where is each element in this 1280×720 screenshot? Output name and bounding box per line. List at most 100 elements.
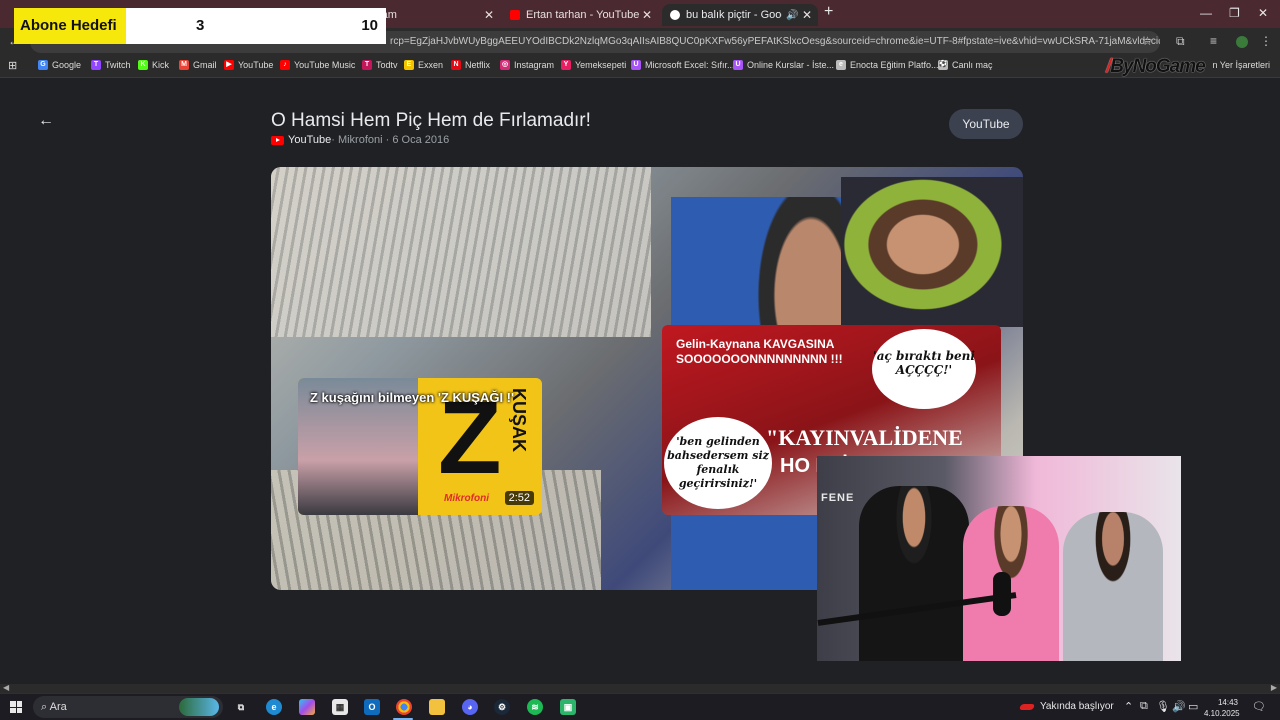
bookmark-item[interactable]: ⚽ Canlı maç (938, 60, 993, 70)
bookmark-item[interactable]: K Kick (138, 60, 169, 70)
speaker-icon[interactable]: 🔊 (786, 10, 798, 21)
system-clock[interactable]: 14:43 4.10.2025 (1204, 697, 1240, 719)
search-highlight-image (179, 698, 219, 716)
back-arrow-icon[interactable]: ← (38, 112, 54, 130)
taskbar-search[interactable]: ⌕ Ara (33, 696, 223, 718)
fish-stall-image (271, 167, 651, 337)
bookmark-icon: E (404, 60, 414, 70)
card-2-caption-1: "KAYINVALİDENE (766, 425, 963, 450)
microphone (993, 572, 1011, 616)
open-youtube-button[interactable]: YouTube (949, 109, 1023, 139)
task-view-icon[interactable]: ⧉ (233, 699, 249, 715)
bookmark-icon: N (451, 60, 461, 70)
bookmark-label: Kick (152, 60, 170, 70)
tab-1-close-icon[interactable]: ✕ (484, 8, 494, 22)
card-2-quote-bubble-2: 'ben gelinden bahsedersem siz fenalık ge… (664, 417, 772, 509)
bookmark-label: Gmail (193, 60, 217, 70)
extensions-icon[interactable]: ⧉ (1176, 34, 1185, 49)
edge-icon[interactable]: e (266, 699, 282, 715)
bookmark-icon: e (836, 60, 846, 70)
app-icon[interactable]: ▣ (560, 699, 576, 715)
related-video-card-1[interactable]: Z KUŞAK Mikrofoni Z kuşağını bilmeyen 'Z… (298, 378, 542, 515)
card-1-title: Z kuşağını bilmeyen 'Z KUŞAĞI !' (310, 390, 515, 405)
widget-status-icon (1018, 703, 1036, 710)
bookmark-icon: Y (561, 60, 571, 70)
youtube-icon (271, 135, 284, 145)
file-explorer-icon[interactable] (429, 699, 445, 715)
bookmark-item[interactable]: M Gmail (179, 60, 217, 70)
tab-3-close-icon[interactable]: ✕ (802, 8, 812, 22)
clock-date: 4.10.2025 (1204, 709, 1240, 718)
horizontal-scrollbar[interactable]: ◀ ▶ (0, 683, 1280, 693)
tray-chevron-icon[interactable]: ⌃ (1124, 700, 1133, 713)
subscriber-goal-count: 10 (361, 17, 378, 34)
scroll-left-icon[interactable]: ◀ (3, 683, 9, 692)
bookmark-item[interactable]: T Todtv (362, 60, 398, 70)
copilot-icon[interactable] (299, 699, 315, 715)
bookmark-item[interactable]: e Enocta Eğitim Platfo... (836, 60, 939, 70)
bookmark-item[interactable]: ♪ YouTube Music (280, 60, 355, 70)
bookmark-icon: K (138, 60, 148, 70)
tab-3[interactable]: bu balık piçtir - Google'da 🔊 ✕ (662, 4, 818, 26)
url-prefix: rcp= (390, 36, 410, 47)
bookmark-item[interactable]: Y Yemeksepeti (561, 60, 626, 70)
clock-time: 14:43 (1217, 698, 1238, 707)
windows-start-icon[interactable] (10, 701, 22, 713)
store-icon[interactable]: ▦ (332, 699, 348, 715)
streamer-person-3 (1063, 512, 1163, 661)
close-window-button[interactable]: ✕ (1258, 6, 1268, 20)
new-tab-button[interactable]: + (824, 3, 833, 21)
video-title[interactable]: O Hamsi Hem Piç Hem de Fırlamadır! (271, 110, 591, 132)
outlook-icon[interactable]: O (364, 699, 380, 715)
bookmark-item[interactable]: N Netflix (451, 60, 490, 70)
volume-icon[interactable]: 🔊 (1172, 700, 1186, 713)
bookmark-label: Netflix (465, 60, 491, 70)
bookmark-item[interactable]: ◎ Instagram (500, 60, 554, 70)
bookmark-label: YouTube Music (294, 60, 356, 70)
bookmark-item[interactable]: E Exxen (404, 60, 443, 70)
menu-icon[interactable]: ⋮ (1260, 34, 1272, 48)
card-2-title-line1: Gelin-Kaynana KAVGASINA (676, 337, 835, 351)
microphone-icon[interactable]: 🎙 (1156, 700, 1170, 713)
bookmark-icon: T (362, 60, 372, 70)
bookmark-label: Instagram (514, 60, 555, 70)
discord-icon[interactable]: ◕ (462, 699, 478, 715)
webcam-overlay: FENE (817, 456, 1181, 661)
other-bookmarks[interactable]: n Yer İşaretleri (1212, 60, 1270, 70)
mikrofoni-logo: Mikrofoni (444, 493, 489, 504)
url-text: EgZjaHJvbWUyBggAEEUYOdIBCDk2NzlqMGo3qAII… (409, 36, 1160, 47)
tray-app-icon[interactable]: ⧉ (1140, 700, 1148, 713)
spotify-icon[interactable]: ≋ (527, 699, 543, 715)
widget-status[interactable]: Yakında başlıyor (1018, 701, 1114, 712)
profile-avatar[interactable] (1236, 36, 1248, 48)
tab-3-label: bu balık piçtir - Google'da (686, 9, 782, 21)
video-source: YouTube (288, 134, 332, 146)
bookmark-label: Microsoft Excel: Sıfır... (645, 60, 735, 70)
tab-2[interactable]: Ertan tarhan - YouTube ✕ (502, 4, 658, 26)
chrome-icon[interactable] (396, 699, 412, 715)
bookmark-item[interactable]: ▶ YouTube (224, 60, 273, 70)
bookmark-item[interactable]: U Online Kurslar - İste... (733, 60, 834, 70)
minimize-button[interactable]: — (1200, 6, 1212, 20)
bookmark-item[interactable]: G Google (38, 60, 81, 70)
bookmark-item[interactable]: T Twitch (91, 60, 131, 70)
card-1-duration: 2:52 (504, 491, 534, 505)
card-2-quote-bubble-1: 'aç bıraktı beni AÇÇÇÇ!' (872, 329, 976, 409)
scroll-right-icon[interactable]: ▶ (1271, 683, 1277, 692)
tab-2-close-icon[interactable]: ✕ (642, 8, 652, 22)
bookmark-star-icon[interactable]: ☆ (1142, 34, 1153, 48)
bookmarks-bar: ⊞ G Google T Twitch K Kick M Gmail ▶ YouTube ♪ YouT… (0, 56, 1280, 78)
restore-button[interactable]: ❐ (1229, 6, 1240, 20)
brand-right: NoGame (1132, 56, 1206, 77)
video-meta-text: · Mikrofoni · 6 Oca 2016 (331, 134, 450, 146)
bookmark-item[interactable]: U Microsoft Excel: Sıfır... (631, 60, 735, 70)
media-control-icon[interactable]: ≡ (1210, 34, 1217, 48)
tab-2-label: Ertan tarhan - YouTube (526, 9, 640, 21)
network-icon[interactable]: ▭ (1188, 700, 1198, 713)
google-icon (670, 10, 680, 20)
apps-grid-icon[interactable]: ⊞ (8, 59, 17, 72)
notification-icon[interactable]: 🗨 (1252, 700, 1266, 713)
bookmark-label: YouTube (238, 60, 274, 70)
steam-icon[interactable]: ⚙ (494, 699, 510, 715)
brand-left: By (1110, 56, 1133, 77)
